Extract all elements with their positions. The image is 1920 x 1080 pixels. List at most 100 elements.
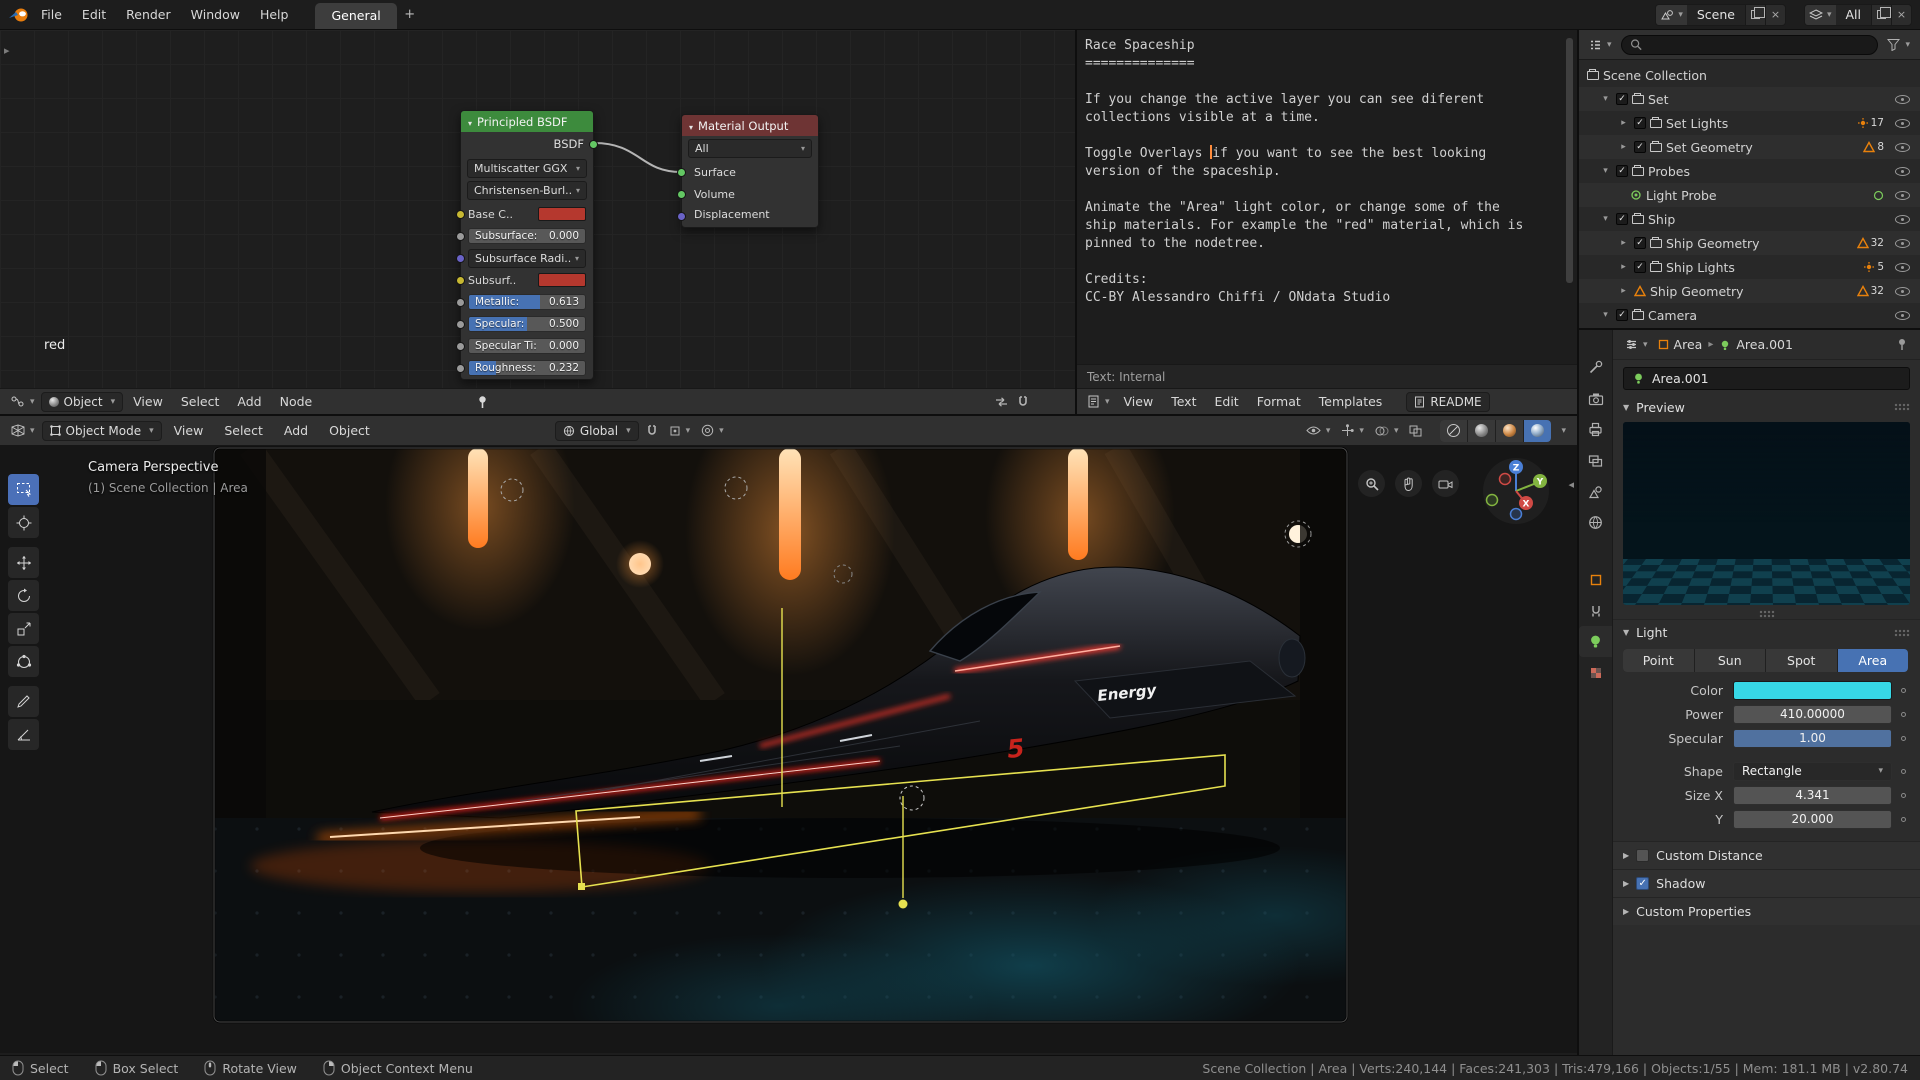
overlays-dropdown[interactable] xyxy=(1371,421,1403,441)
keyframe-dot[interactable] xyxy=(1901,793,1906,798)
outliner-row-set-lights[interactable]: Set Lights17 xyxy=(1579,111,1920,135)
tool-transform[interactable] xyxy=(8,646,39,677)
preview-resize-grip[interactable] xyxy=(1613,609,1920,619)
view-layer-browse-button[interactable] xyxy=(1805,5,1836,25)
base-color-socket[interactable] xyxy=(456,210,465,219)
subsurface-radius-socket[interactable] xyxy=(456,254,465,263)
keyframe-dot[interactable] xyxy=(1901,736,1906,741)
text-editor-content[interactable]: Race Spaceship ============== If you cha… xyxy=(1077,30,1577,364)
subsurface-method-select[interactable]: Christensen-Burl.. xyxy=(467,181,587,200)
xray-toggle[interactable] xyxy=(1405,421,1426,441)
specular-slider[interactable]: Specular:0.500 xyxy=(468,316,586,332)
shader-type-select[interactable]: Object xyxy=(41,392,124,412)
shadow-panel[interactable]: Shadow xyxy=(1613,869,1920,897)
outliner-row-scene-collection[interactable]: Scene Collection xyxy=(1579,63,1920,87)
visibility-eye-icon[interactable] xyxy=(1895,167,1910,176)
object-visibility-dropdown[interactable] xyxy=(1302,421,1335,441)
subsurface-slider[interactable]: Subsurface:0.000 xyxy=(468,228,586,244)
custom-distance-checkbox[interactable] xyxy=(1636,849,1649,862)
pin-nodetree-button[interactable] xyxy=(472,392,493,412)
expand-arrow-icon[interactable] xyxy=(1617,142,1630,152)
new-view-layer-button[interactable] xyxy=(1871,5,1891,25)
expand-arrow-icon[interactable] xyxy=(1617,262,1630,272)
bsdf-output-socket[interactable] xyxy=(589,140,598,149)
menu-edit[interactable]: Edit xyxy=(1206,389,1246,414)
viewport-canvas[interactable]: Energy 5 xyxy=(0,446,1577,1053)
output-target-select[interactable]: All xyxy=(688,139,812,158)
snap-settings-dropdown[interactable] xyxy=(665,421,695,441)
preview-panel-header[interactable]: Preview xyxy=(1613,394,1920,420)
editor-type-button[interactable] xyxy=(7,421,39,441)
new-scene-button[interactable] xyxy=(1745,5,1765,25)
outliner-row-ship[interactable]: Ship xyxy=(1579,207,1920,231)
tab-output[interactable] xyxy=(1579,414,1612,445)
light-type-point[interactable]: Point xyxy=(1623,649,1694,672)
visibility-eye-icon[interactable] xyxy=(1895,143,1910,152)
light-name-field[interactable]: Area.001 xyxy=(1623,367,1910,390)
collection-checkbox[interactable] xyxy=(1616,93,1628,105)
outliner-row-set[interactable]: Set xyxy=(1579,87,1920,111)
mode-select[interactable]: Object Mode xyxy=(42,421,162,441)
menu-select[interactable]: Select xyxy=(215,416,272,445)
remove-view-layer-button[interactable]: × xyxy=(1891,5,1911,25)
tool-rotate[interactable] xyxy=(8,580,39,611)
menu-file[interactable]: File xyxy=(32,0,71,29)
base-color-swatch[interactable] xyxy=(538,207,586,221)
surface-socket[interactable] xyxy=(677,168,686,177)
transform-orientation-select[interactable]: Global xyxy=(555,421,639,441)
output-node-header[interactable]: Material Output xyxy=(682,115,818,136)
menu-add[interactable]: Add xyxy=(229,389,269,414)
volume-socket[interactable] xyxy=(677,190,686,199)
tab-render[interactable] xyxy=(1579,383,1612,414)
text-scrollbar[interactable] xyxy=(1566,38,1573,283)
outliner-row-ship-geometry-object[interactable]: Ship Geometry32 xyxy=(1579,279,1920,303)
menu-edit[interactable]: Edit xyxy=(73,0,115,29)
expand-arrow-icon[interactable] xyxy=(1599,166,1612,176)
node-canvas[interactable]: Principled BSDF BSDF Multiscatter GGX Ch… xyxy=(0,30,1075,388)
visibility-eye-icon[interactable] xyxy=(1895,263,1910,272)
outliner-search[interactable] xyxy=(1621,35,1879,55)
metallic-socket[interactable] xyxy=(456,298,465,307)
tool-annotate[interactable] xyxy=(8,686,39,717)
menu-view[interactable]: View xyxy=(125,389,171,414)
unlink-scene-button[interactable]: × xyxy=(1765,5,1785,25)
light-type-area[interactable]: Area xyxy=(1838,649,1909,672)
tab-texture[interactable] xyxy=(1579,657,1612,688)
menu-add[interactable]: Add xyxy=(275,416,317,445)
display-mode-button[interactable] xyxy=(1585,35,1616,55)
collection-checkbox[interactable] xyxy=(1634,141,1646,153)
tab-world[interactable] xyxy=(1579,507,1612,538)
material-output-node[interactable]: Material Output All Surface Volume Displ… xyxy=(681,114,819,228)
collection-checkbox[interactable] xyxy=(1634,261,1646,273)
collection-checkbox[interactable] xyxy=(1616,213,1628,225)
proportional-edit-dropdown[interactable] xyxy=(697,421,728,441)
menu-render[interactable]: Render xyxy=(117,0,180,29)
visibility-eye-icon[interactable] xyxy=(1895,239,1910,248)
collection-checkbox[interactable] xyxy=(1616,165,1628,177)
light-panel-header[interactable]: Light xyxy=(1613,619,1920,645)
view-layer-name[interactable]: All xyxy=(1836,5,1872,25)
menu-select[interactable]: Select xyxy=(173,389,228,414)
camera-view-button[interactable] xyxy=(1432,470,1459,497)
outliner-row-ship-lights[interactable]: Ship Lights5 xyxy=(1579,255,1920,279)
visibility-eye-icon[interactable] xyxy=(1895,95,1910,104)
light-color-swatch[interactable] xyxy=(1733,681,1892,700)
keyframe-dot[interactable] xyxy=(1901,712,1906,717)
pan-button[interactable] xyxy=(1395,470,1422,497)
collection-checkbox[interactable] xyxy=(1616,309,1628,321)
outliner-row-light-probe[interactable]: Light Probe xyxy=(1579,183,1920,207)
power-field[interactable]: 410.00000 xyxy=(1733,705,1892,724)
menu-format[interactable]: Format xyxy=(1249,389,1309,414)
size-y-field[interactable]: 20.000 xyxy=(1733,810,1892,829)
snap-toggle[interactable] xyxy=(642,421,662,441)
shading-wireframe-button[interactable] xyxy=(1440,420,1467,442)
shading-rendered-button[interactable] xyxy=(1524,420,1551,442)
filter-button[interactable] xyxy=(1883,35,1914,55)
outliner-row-set-geometry[interactable]: Set Geometry8 xyxy=(1579,135,1920,159)
breadcrumb-object[interactable]: Area xyxy=(1658,337,1703,352)
menu-text[interactable]: Text xyxy=(1163,389,1204,414)
add-workspace-button[interactable]: + xyxy=(399,1,421,29)
visibility-eye-icon[interactable] xyxy=(1895,311,1910,320)
menu-view[interactable]: View xyxy=(1116,389,1162,414)
outliner-row-camera[interactable]: Camera xyxy=(1579,303,1920,327)
